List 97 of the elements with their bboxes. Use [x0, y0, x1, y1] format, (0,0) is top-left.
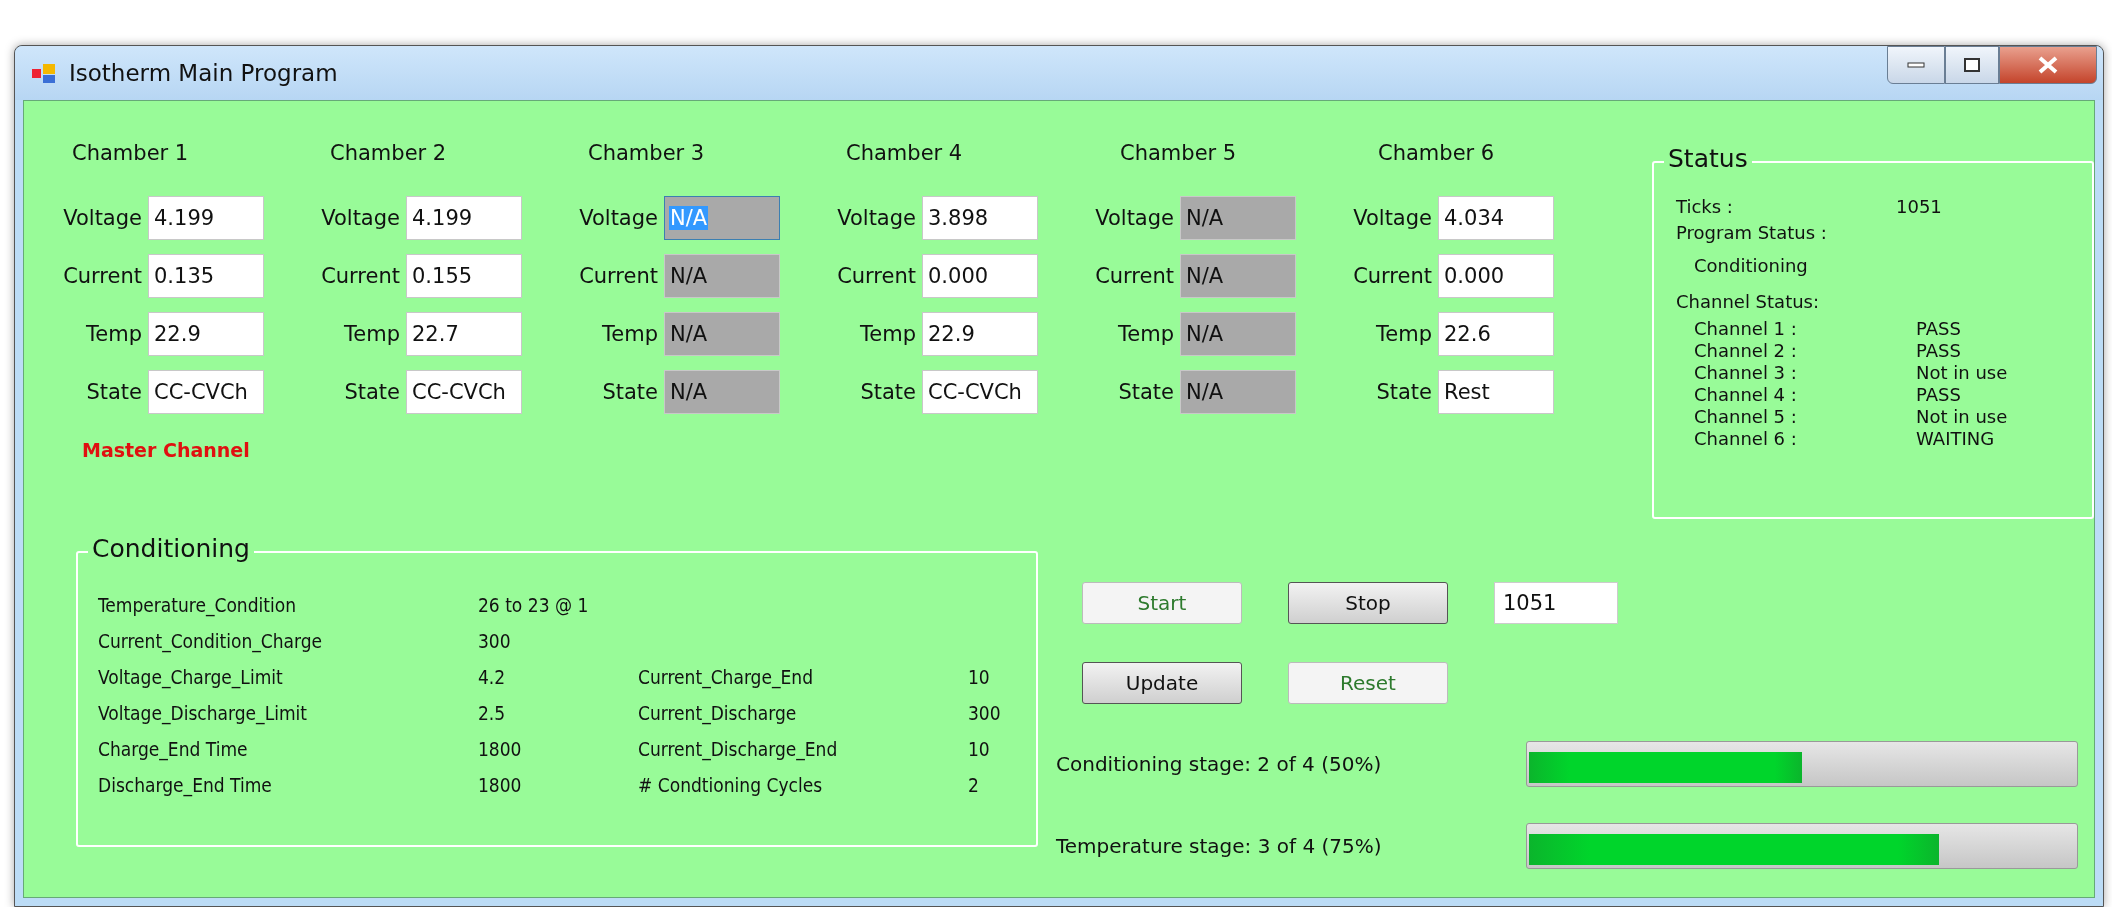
chamber-label: Chamber 2 [330, 141, 448, 165]
channel-label: Channel 6 : [1694, 427, 1798, 449]
parameter-value: 10 [968, 666, 991, 688]
parameter-value: 4.2 [478, 666, 507, 688]
field-label: Current [1094, 264, 1174, 288]
channel-label: Channel 4 : [1694, 383, 1798, 405]
parameter-value: 300 [968, 702, 1002, 724]
ticks-field[interactable]: 1051 [1494, 582, 1618, 624]
parameter-value: 1800 [478, 774, 523, 796]
field-label: Current [578, 264, 658, 288]
chamber-label: Chamber 1 [72, 141, 190, 165]
field-label: Temp [1375, 322, 1432, 346]
field-label: Temp [1117, 322, 1174, 346]
maximize-button[interactable] [1945, 46, 1999, 84]
value-field[interactable]: Rest [1438, 370, 1554, 414]
value-field[interactable]: 22.9 [922, 312, 1038, 356]
value-field[interactable]: 3.898 [922, 196, 1038, 240]
parameter-value: 1800 [478, 738, 523, 760]
field-label: State [859, 380, 916, 404]
parameter-name: Voltage_Discharge_Limit [98, 702, 309, 724]
chamber-label: Chamber 5 [1120, 141, 1238, 165]
close-icon [2037, 55, 2059, 75]
channel-status: Not in use [1916, 405, 2008, 427]
channel-status: PASS [1916, 383, 1961, 405]
action-button[interactable]: Update [1082, 662, 1242, 704]
parameter-value: 2 [968, 774, 980, 796]
channel-status: WAITING [1916, 427, 1995, 449]
close-button[interactable] [1999, 46, 2097, 84]
value-field[interactable]: 4.034 [1438, 196, 1554, 240]
value-field[interactable]: 0.000 [1438, 254, 1554, 298]
channel-label: Channel 5 : [1694, 405, 1798, 427]
progress-label: Conditioning stage: 2 of 4 (50%) [1056, 752, 1383, 776]
value-field[interactable]: CC-CVCh [922, 370, 1038, 414]
field-label: Voltage [62, 206, 142, 230]
value-field[interactable]: 22.9 [148, 312, 264, 356]
channel-status: PASS [1916, 317, 1961, 339]
master-channel-label: Master Channel [82, 439, 251, 461]
value-field[interactable]: 4.199 [406, 196, 522, 240]
field-label: Voltage [1352, 206, 1432, 230]
field-label: Current [1352, 264, 1432, 288]
value-field[interactable]: CC-CVCh [406, 370, 522, 414]
channel-status: Not in use [1916, 361, 2008, 383]
parameter-name: Current_Charge_End [638, 666, 815, 688]
channel-label: Channel 3 : [1694, 361, 1798, 383]
field-label: Voltage [320, 206, 400, 230]
parameter-name: Voltage_Charge_Limit [98, 666, 284, 688]
field-label: State [85, 380, 142, 404]
parameter-value: 2.5 [478, 702, 507, 724]
field-label: State [1375, 380, 1432, 404]
action-button[interactable]: Stop [1288, 582, 1448, 624]
field-label: Current [320, 264, 400, 288]
progress-label: Temperature stage: 3 of 4 (75%) [1056, 834, 1383, 858]
value-field[interactable]: 22.7 [406, 312, 522, 356]
value-field[interactable]: 0.000 [922, 254, 1038, 298]
value-field[interactable]: 0.135 [148, 254, 264, 298]
field-label: State [343, 380, 400, 404]
value-field[interactable]: 4.199 [148, 196, 264, 240]
parameter-value: 10 [968, 738, 991, 760]
chamber-label: Chamber 3 [588, 141, 706, 165]
channel-label: Channel 2 : [1694, 339, 1798, 361]
value-field[interactable]: 0.155 [406, 254, 522, 298]
field-label: Temp [85, 322, 142, 346]
parameter-name: # Condtioning Cycles [638, 774, 824, 796]
parameter-value: 26 to 23 @ 1 [478, 594, 590, 616]
value-field[interactable]: 22.6 [1438, 312, 1554, 356]
field-label: Temp [601, 322, 658, 346]
parameter-name: Discharge_End Time [98, 774, 273, 796]
value-field[interactable]: CC-CVCh [148, 370, 264, 414]
field-label: Voltage [1094, 206, 1174, 230]
parameter-name: Current_Discharge_End [638, 738, 839, 760]
parameter-name: Temperature_Condition [98, 594, 298, 616]
parameter-name: Charge_End Time [98, 738, 249, 760]
minimize-button[interactable] [1887, 46, 1945, 84]
field-label: Voltage [578, 206, 658, 230]
field-label: State [601, 380, 658, 404]
status-value: 1051 [1896, 195, 1942, 217]
minimize-icon [1906, 61, 1926, 69]
maximize-icon [1962, 56, 1982, 74]
status-value: Conditioning [1694, 254, 1808, 276]
chamber-label: Chamber 6 [1378, 141, 1496, 165]
parameter-name: Current_Discharge [638, 702, 798, 724]
status-label: Program Status : [1676, 221, 1827, 243]
parameter-name: Current_Condition_Charge [98, 630, 324, 652]
channel-status: PASS [1916, 339, 1961, 361]
status-label: Channel Status: [1676, 290, 1820, 312]
status-label: Ticks : [1676, 195, 1734, 217]
chamber-label: Chamber 4 [846, 141, 964, 165]
field-label: Temp [859, 322, 916, 346]
parameter-value: 300 [478, 630, 512, 652]
channel-label: Channel 1 : [1694, 317, 1798, 339]
field-label: Voltage [836, 206, 916, 230]
field-label: Current [62, 264, 142, 288]
field-label: Current [836, 264, 916, 288]
window-title: Isotherm Main Program [69, 60, 338, 86]
field-label: Temp [343, 322, 400, 346]
app-icon [31, 61, 57, 85]
field-label: State [1117, 380, 1174, 404]
